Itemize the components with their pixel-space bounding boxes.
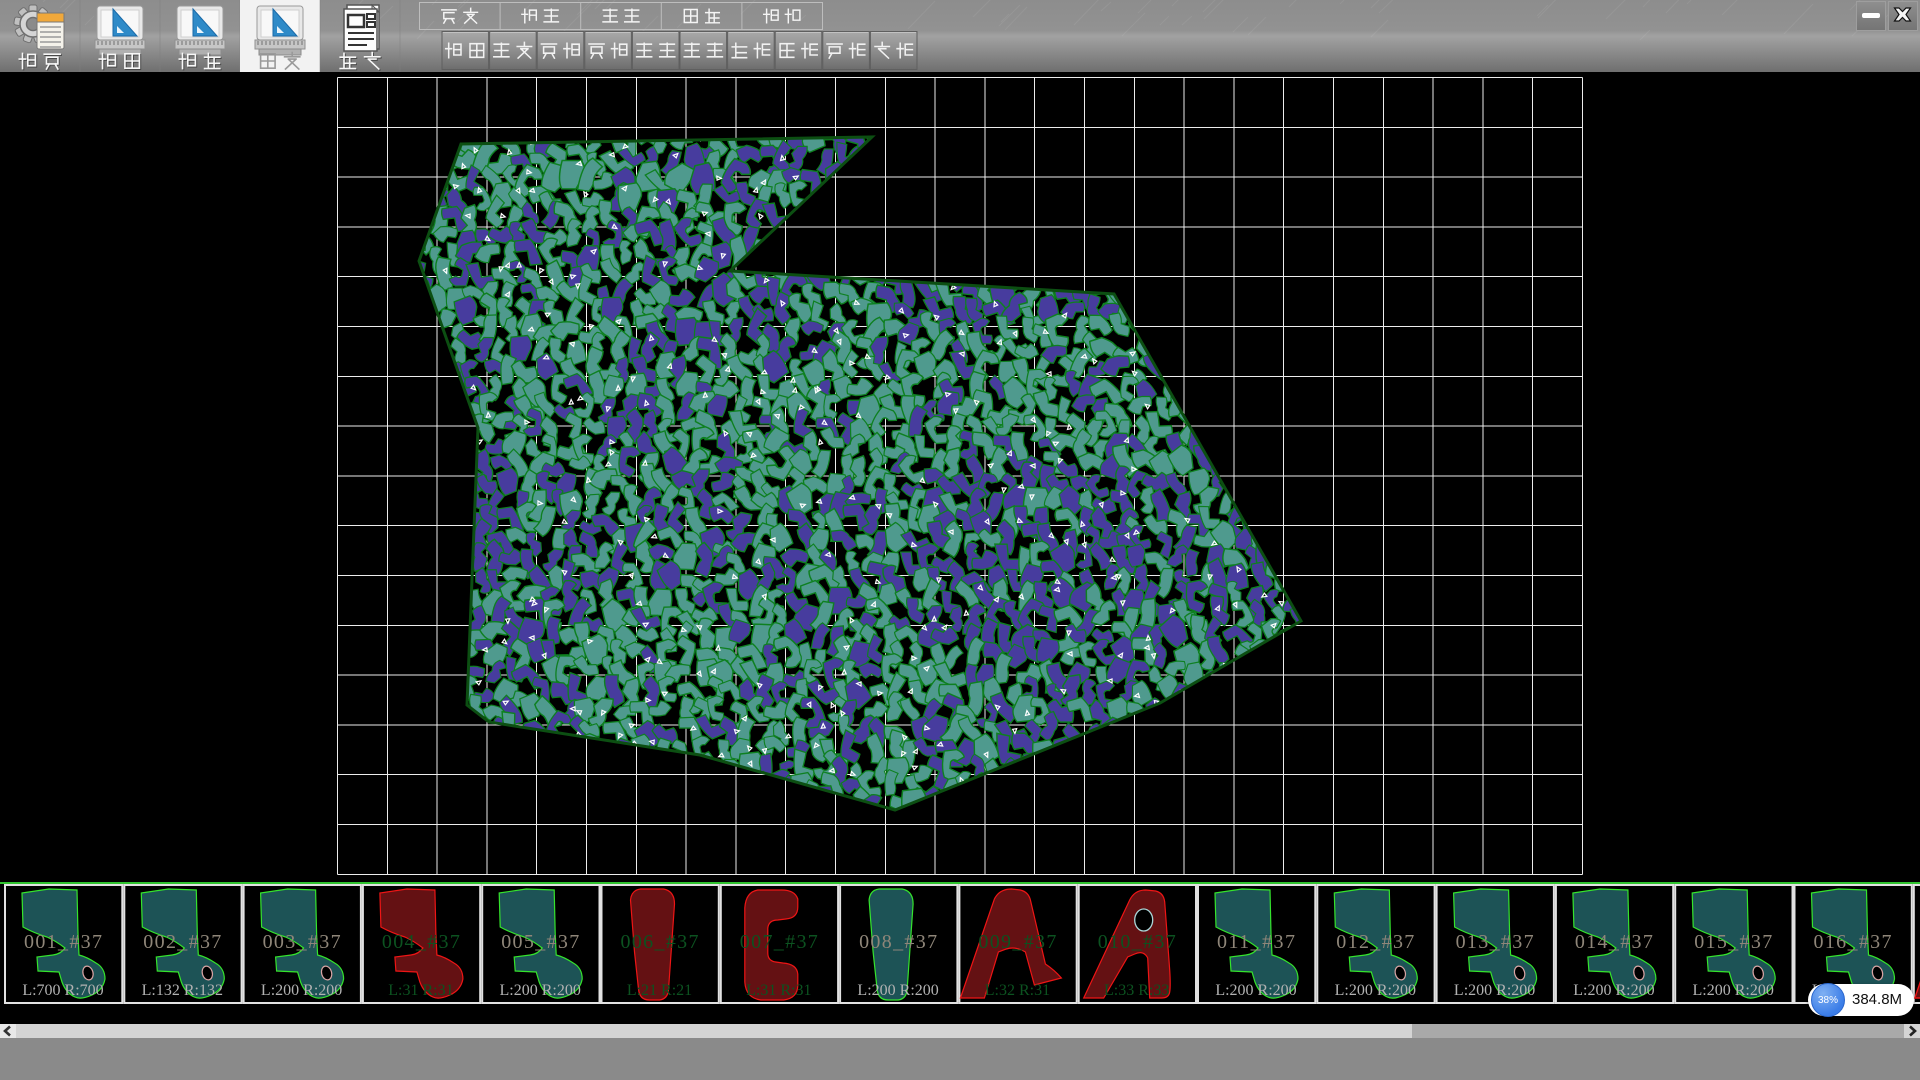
svg-text:L:33 R:33: L:33 R:33 (1104, 982, 1169, 999)
svg-text:016_#37: 016_#37 (1814, 931, 1892, 953)
svg-text:006_#37: 006_#37 (621, 931, 699, 953)
svg-text:L:700 R:700: L:700 R:700 (22, 982, 103, 999)
svg-text:012_#37: 012_#37 (1336, 931, 1414, 953)
svg-text:L:200 R:200: L:200 R:200 (1573, 982, 1654, 999)
svg-text:001_#37: 001_#37 (24, 931, 102, 953)
svg-text:L:21 R:21: L:21 R:21 (627, 982, 692, 999)
svg-text:014_#37: 014_#37 (1575, 931, 1653, 953)
svg-text:L:31 R:31: L:31 R:31 (746, 982, 811, 999)
svg-text:009_#37: 009_#37 (978, 931, 1056, 953)
svg-text:L:200 R:200: L:200 R:200 (857, 982, 938, 999)
svg-text:L:200 R:200: L:200 R:200 (500, 982, 581, 999)
svg-text:003_#37: 003_#37 (263, 931, 341, 953)
svg-text:007_#37: 007_#37 (740, 931, 818, 953)
svg-text:L:200 R:200: L:200 R:200 (1454, 982, 1535, 999)
svg-text:L:200 R:200: L:200 R:200 (1335, 982, 1416, 999)
svg-text:015_#37: 015_#37 (1694, 931, 1772, 953)
svg-text:013_#37: 013_#37 (1456, 931, 1534, 953)
svg-text:002_#37: 002_#37 (143, 931, 221, 953)
svg-text:011_#37: 011_#37 (1217, 931, 1295, 953)
svg-text:L:200 R:200: L:200 R:200 (1215, 982, 1296, 999)
svg-text:004_#37: 004_#37 (382, 931, 460, 953)
svg-text:L:132 R:132: L:132 R:132 (142, 982, 223, 999)
svg-text:008_#37: 008_#37 (859, 931, 937, 953)
svg-text:010_#37: 010_#37 (1098, 931, 1176, 953)
svg-text:L:200 R:200: L:200 R:200 (261, 982, 342, 999)
svg-text:L:31 R:31: L:31 R:31 (388, 982, 453, 999)
svg-text:L:32 R:31: L:32 R:31 (985, 982, 1050, 999)
svg-text:005_#37: 005_#37 (501, 931, 579, 953)
svg-text:L:200 R:200: L:200 R:200 (1693, 982, 1774, 999)
